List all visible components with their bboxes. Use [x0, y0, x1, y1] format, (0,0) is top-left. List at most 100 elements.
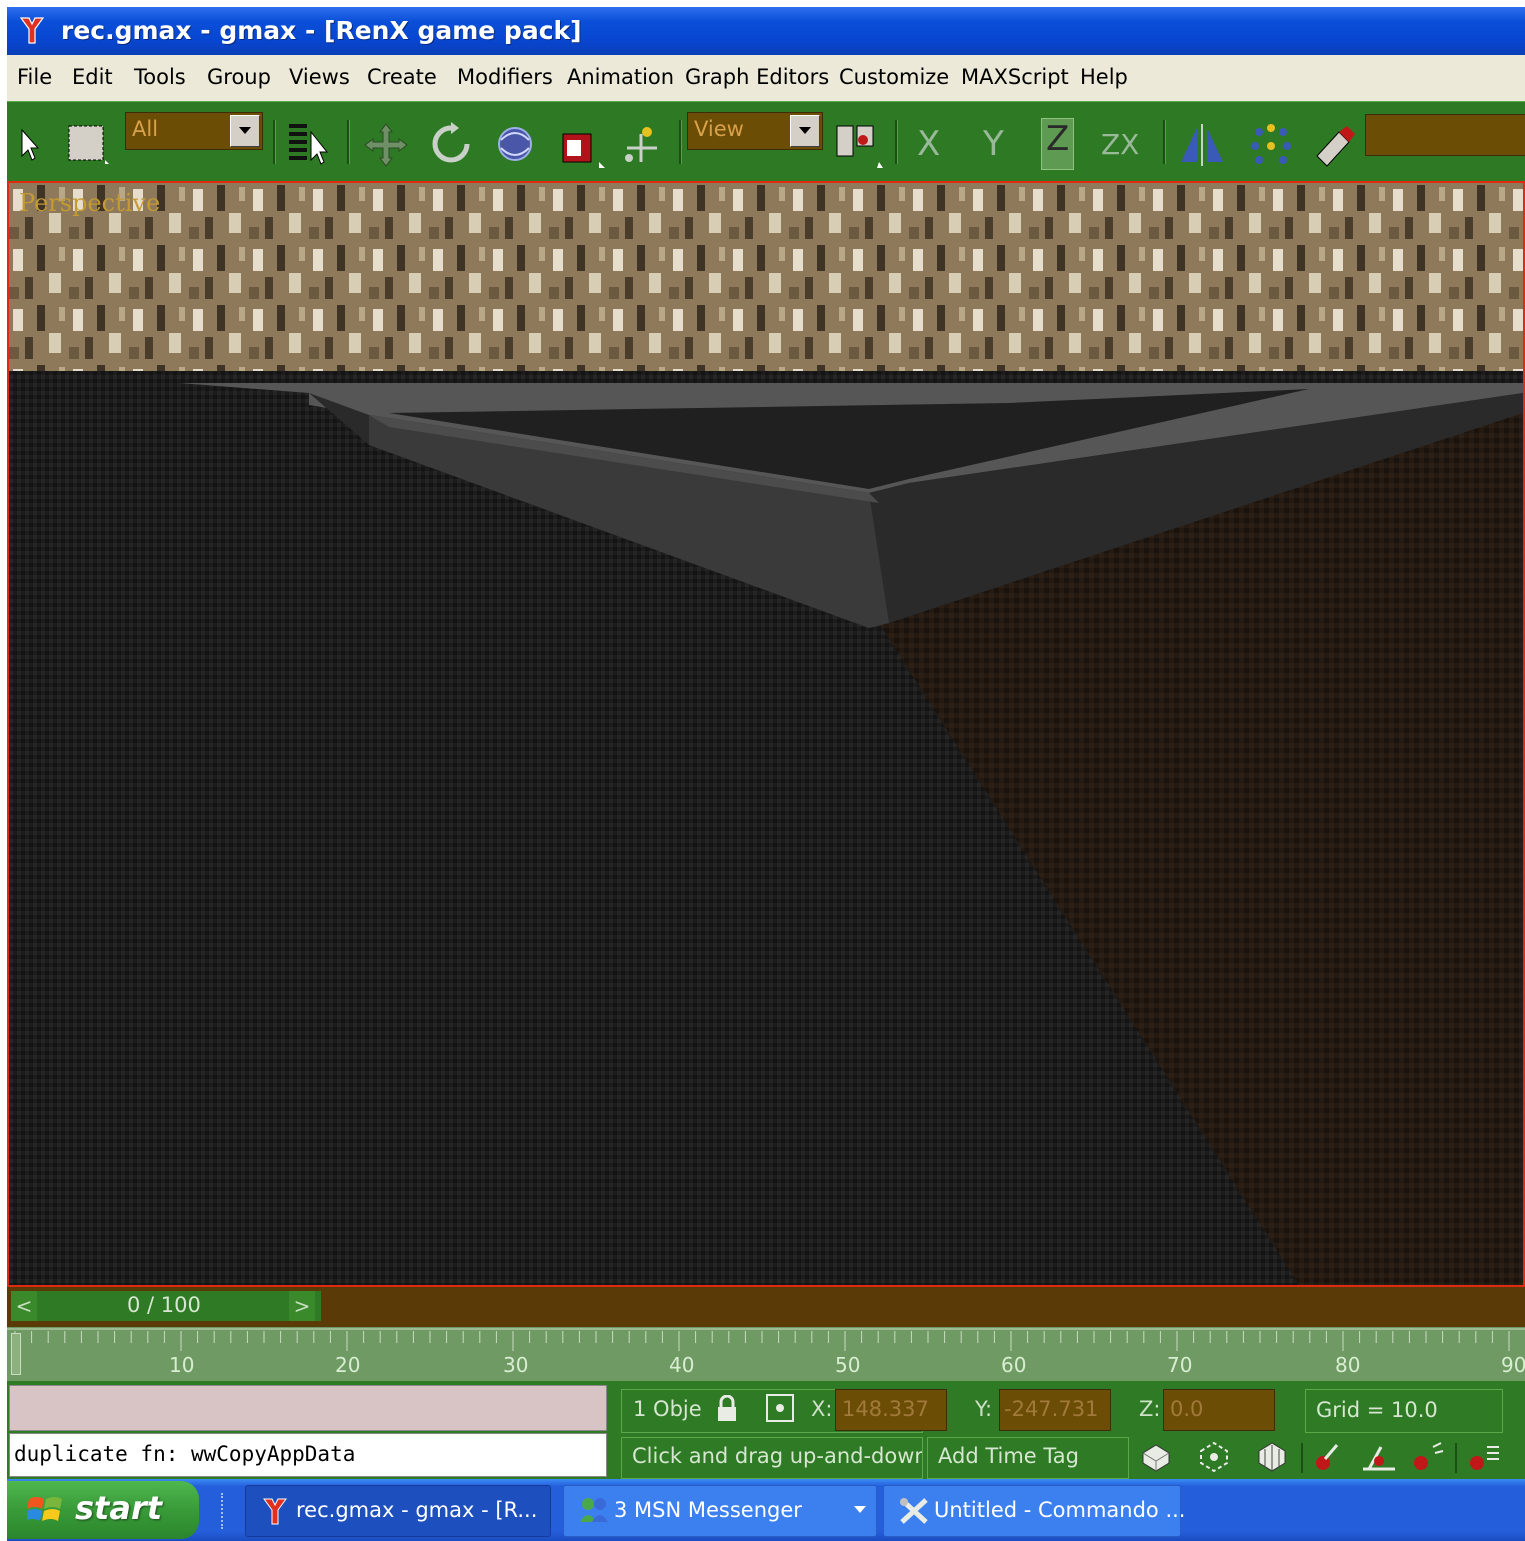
start-button[interactable]: start — [7, 1481, 199, 1539]
axis-zx-button[interactable]: ZX — [1101, 128, 1139, 161]
menu-tools[interactable]: Tools — [134, 65, 186, 89]
time-slider-frame-label: 0 / 100 — [127, 1293, 201, 1317]
toolbar-separator — [1163, 120, 1166, 164]
link-icon[interactable] — [619, 122, 665, 168]
viewport-label[interactable]: Perspective — [19, 189, 160, 217]
msn-icon — [580, 1498, 608, 1522]
windows-taskbar: start rec.gmax - gmax - [R... 3 MSN Mess… — [7, 1479, 1525, 1541]
gmax-icon — [263, 1498, 287, 1525]
x-coord-label: X: — [811, 1397, 833, 1421]
add-time-tag-button[interactable]: Add Time Tag — [927, 1437, 1129, 1479]
selection-filter-value: All — [132, 117, 159, 141]
angle-snap-icon[interactable] — [1313, 1439, 1349, 1475]
menu-create[interactable]: Create — [367, 65, 437, 89]
x-coord-value: 148.337 — [842, 1397, 929, 1421]
windows-logo-icon — [27, 1497, 62, 1521]
track-tick-label: 90 — [1501, 1353, 1525, 1377]
align-icon[interactable] — [1309, 122, 1361, 170]
track-tick-label: 20 — [335, 1353, 361, 1377]
perspective-viewport[interactable]: Perspective — [7, 181, 1525, 1287]
spinner-snap-icon[interactable] — [1411, 1439, 1447, 1475]
array-icon[interactable] — [1245, 122, 1297, 170]
tools-icon — [900, 1498, 928, 1524]
trackbar[interactable]: 10 20 30 40 50 60 70 80 90 — [7, 1327, 1525, 1381]
z-coord-field[interactable]: 0.0 — [1163, 1389, 1275, 1431]
y-coord-value: -247.731 — [1004, 1397, 1099, 1421]
trackbar-current-frame-marker[interactable] — [11, 1333, 21, 1375]
snap-toggle-icon[interactable] — [1197, 1439, 1231, 1473]
select-by-name-icon[interactable] — [287, 120, 331, 168]
y-coord-label: Y: — [975, 1397, 993, 1421]
absolute-mode-icon[interactable] — [765, 1393, 795, 1423]
listener-output-text: duplicate fn: wwCopyAppData — [14, 1442, 356, 1466]
lock-icon[interactable] — [715, 1395, 739, 1423]
window-title: rec.gmax - gmax - [RenX game pack] — [61, 16, 582, 45]
menu-graph-editors[interactable]: Graph Editors — [685, 65, 829, 89]
menu-group[interactable]: Group — [207, 65, 271, 89]
move-icon[interactable] — [363, 122, 409, 168]
track-tick-label: 50 — [835, 1353, 861, 1377]
scale-icon[interactable] — [559, 126, 609, 170]
task-gmax[interactable]: rec.gmax - gmax - [R... — [245, 1485, 551, 1537]
taskbar-grip — [221, 1493, 227, 1529]
chevron-down-icon[interactable] — [854, 1506, 866, 1513]
menu-bar: File Edit Tools Group Views Create Modif… — [7, 55, 1525, 101]
rotate-icon[interactable] — [427, 120, 475, 168]
y-coord-field[interactable]: -247.731 — [999, 1389, 1111, 1431]
track-tick-label: 30 — [503, 1353, 529, 1377]
mirror-icon[interactable] — [1177, 122, 1227, 168]
axis-z-button[interactable]: Z — [1041, 118, 1075, 170]
task-msn-messenger[interactable]: 3 MSN Messenger — [563, 1485, 877, 1537]
selection-filter-dropdown[interactable]: All — [125, 112, 263, 150]
grid-size-label: Grid = 10.0 — [1316, 1398, 1438, 1422]
title-bar[interactable]: rec.gmax - gmax - [RenX game pack] — [7, 7, 1525, 55]
status-separator — [1301, 1443, 1303, 1473]
task-commando[interactable]: Untitled - Commando ... — [883, 1485, 1185, 1537]
key-mode-icon[interactable] — [1139, 1439, 1173, 1473]
gmax-window: rec.gmax - gmax - [RenX game pack] File … — [7, 7, 1525, 1541]
toolbar-separator — [895, 120, 898, 164]
menu-file[interactable]: File — [17, 65, 52, 89]
menu-maxscript[interactable]: MAXScript — [961, 65, 1069, 89]
axis-x-button[interactable]: X — [917, 124, 940, 164]
task-label: rec.gmax - gmax - [R... — [296, 1498, 538, 1522]
maxscript-listener-output[interactable]: duplicate fn: wwCopyAppData — [9, 1433, 607, 1477]
z-coord-label: Z: — [1139, 1397, 1161, 1421]
axis-y-button[interactable]: Y — [983, 124, 1004, 164]
trackbar-ruler — [7, 1328, 1525, 1351]
viewport-scene — [9, 183, 1523, 1285]
menu-modifiers[interactable]: Modifiers — [457, 65, 553, 89]
time-slider-next-button[interactable]: > — [289, 1291, 315, 1321]
selection-count: 1 Obje — [633, 1397, 702, 1421]
toolbar-separator — [679, 120, 682, 164]
select-arrow-icon[interactable] — [19, 128, 39, 164]
track-tick-label: 80 — [1335, 1353, 1361, 1377]
maxscript-listener-input[interactable] — [9, 1385, 607, 1431]
edit-named-selection-icon[interactable] — [1467, 1439, 1503, 1475]
grid-size-box: Grid = 10.0 — [1305, 1389, 1503, 1433]
percent-snap-icon[interactable] — [1359, 1437, 1399, 1475]
status-panel: duplicate fn: wwCopyAppData 1 Obje X: 14… — [7, 1381, 1525, 1479]
pivot-icon[interactable] — [833, 122, 885, 170]
reference-coord-dropdown[interactable]: View — [687, 112, 823, 150]
status-separator — [1455, 1443, 1457, 1473]
named-selection-field[interactable] — [1365, 114, 1525, 156]
menu-help[interactable]: Help — [1080, 65, 1128, 89]
chevron-down-icon[interactable] — [230, 115, 260, 147]
menu-customize[interactable]: Customize — [839, 65, 949, 89]
time-slider-prev-button[interactable]: < — [11, 1291, 37, 1321]
chevron-down-icon[interactable] — [790, 115, 820, 147]
start-label: start — [75, 1489, 163, 1527]
menu-edit[interactable]: Edit — [72, 65, 113, 89]
track-tick-label: 60 — [1001, 1353, 1027, 1377]
reference-coord-value: View — [694, 117, 744, 141]
menu-animation[interactable]: Animation — [567, 65, 674, 89]
orbit-icon[interactable] — [491, 120, 539, 168]
track-tick-label: 10 — [169, 1353, 195, 1377]
track-tick-label: 40 — [669, 1353, 695, 1377]
x-coord-field[interactable]: 148.337 — [835, 1389, 947, 1431]
gmax-logo-icon — [19, 17, 45, 44]
grid-snap-icon[interactable] — [1255, 1439, 1289, 1473]
region-select-icon[interactable] — [65, 122, 111, 168]
menu-views[interactable]: Views — [289, 65, 350, 89]
